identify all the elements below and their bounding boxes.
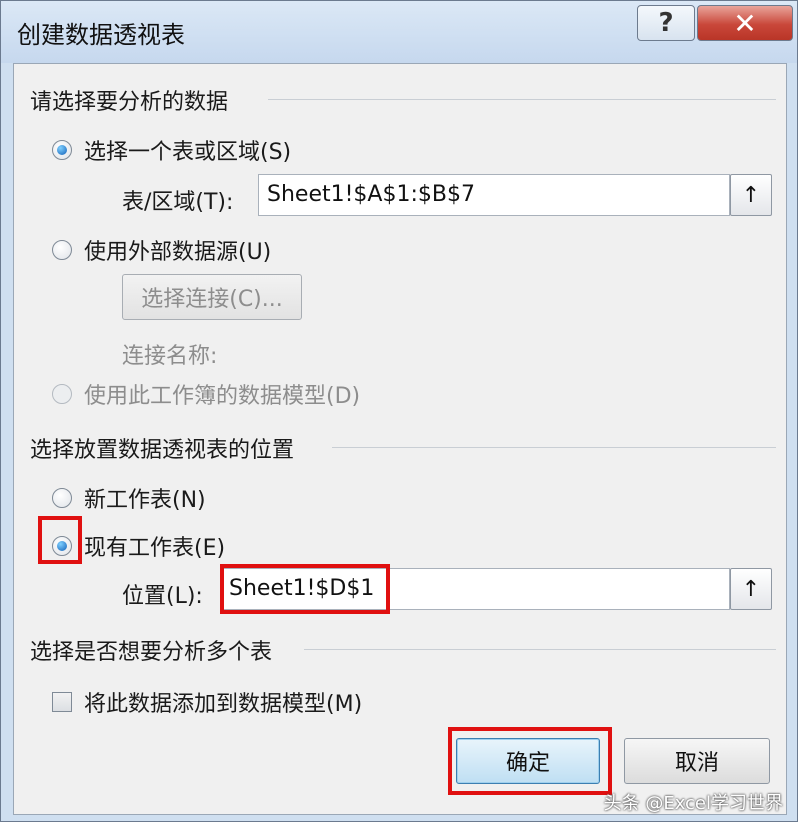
range-collapse-button[interactable]: ↑ [730, 174, 772, 216]
cancel-button[interactable]: 取消 [624, 738, 770, 784]
upload-arrow-icon: ↑ [741, 576, 761, 602]
divider [304, 649, 776, 650]
location-label: 位置(L): [122, 584, 203, 609]
help-button[interactable]: ? [637, 5, 695, 41]
radio-row-data-model[interactable]: 使用此工作簿的数据模型(D) [52, 378, 360, 410]
upload-arrow-icon: ↑ [741, 182, 761, 208]
radio-label-external: 使用外部数据源(U) [84, 240, 272, 265]
radio-row-new-sheet[interactable]: 新工作表(N) [52, 482, 206, 514]
create-pivot-table-dialog: 创建数据透视表 ? ✕ 请选择要分析的数据 选择一个表或区域(S) 表/区域(T… [0, 0, 798, 822]
section-title-multi: 选择是否想要分析多个表 [30, 640, 273, 665]
range-input[interactable]: Sheet1!$A$1:$B$7 [258, 174, 730, 216]
radio-row-external[interactable]: 使用外部数据源(U) [52, 234, 271, 266]
add-to-data-model-checkbox[interactable] [52, 692, 72, 712]
watermark: 头条 @Excel学习世界 [603, 793, 783, 814]
checkbox-label-data-model: 将此数据添加到数据模型(M) [84, 692, 363, 717]
radio-new-sheet[interactable] [52, 488, 72, 508]
radio-label-new-sheet: 新工作表(N) [84, 488, 206, 513]
radio-row-table-range[interactable]: 选择一个表或区域(S) [52, 134, 291, 166]
section-title-placement: 选择放置数据透视表的位置 [30, 438, 295, 463]
dialog-body: 请选择要分析的数据 选择一个表或区域(S) 表/区域(T): Sheet1!$A… [13, 63, 787, 815]
radio-row-existing-sheet[interactable]: 现有工作表(E) [52, 530, 225, 562]
choose-connection-button[interactable]: 选择连接(C)... [122, 274, 302, 320]
location-collapse-button[interactable]: ↑ [730, 568, 772, 610]
radio-label-data-model: 使用此工作簿的数据模型(D) [84, 384, 361, 409]
radio-external-source[interactable] [52, 240, 72, 260]
ok-button[interactable]: 确定 [456, 738, 600, 784]
help-icon: ? [658, 8, 674, 38]
title-bar: 创建数据透视表 ? ✕ [1, 1, 797, 63]
radio-label-existing-sheet: 现有工作表(E) [84, 536, 226, 561]
divider [332, 447, 776, 448]
divider [268, 99, 776, 100]
radio-label-table-range: 选择一个表或区域(S) [84, 140, 292, 165]
checkbox-row-data-model[interactable]: 将此数据添加到数据模型(M) [52, 686, 362, 718]
range-label: 表/区域(T): [122, 190, 234, 215]
close-icon: ✕ [733, 6, 757, 40]
close-button[interactable]: ✕ [697, 5, 793, 41]
location-input[interactable]: Sheet1!$D$1 [220, 568, 730, 610]
connection-name-label: 连接名称: [122, 344, 218, 369]
radio-table-range[interactable] [52, 140, 72, 160]
radio-existing-sheet[interactable] [52, 536, 72, 556]
radio-data-model[interactable] [52, 384, 72, 404]
dialog-title: 创建数据透视表 [17, 21, 185, 49]
section-title-source: 请选择要分析的数据 [30, 90, 229, 115]
